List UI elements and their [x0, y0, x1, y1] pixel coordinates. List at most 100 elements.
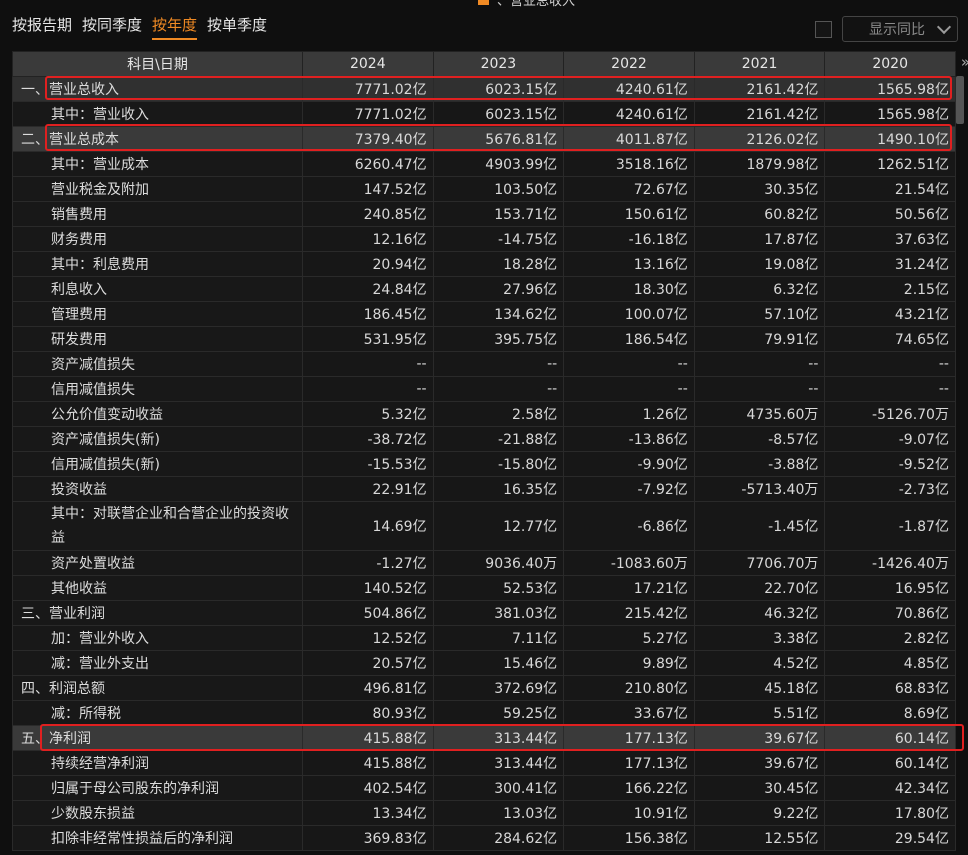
- value-cell: 17.87亿: [693, 226, 826, 252]
- row-label: 五、净利润: [12, 725, 303, 751]
- value-cell: 9036.40万: [432, 550, 565, 576]
- value-cell: 8.69亿: [824, 700, 956, 726]
- value-cell: 10.91亿: [563, 800, 695, 826]
- row-label: 销售费用: [12, 201, 303, 227]
- value-cell: 70.86亿: [824, 600, 956, 626]
- value-cell: 1490.10亿: [824, 126, 956, 152]
- row-label: 二、营业总成本: [12, 126, 303, 152]
- top-title-fragment: 、营业总收入: [497, 0, 576, 9]
- row-label: 减：营业外支出: [12, 650, 303, 676]
- tab-by-report-period[interactable]: 按报告期: [12, 14, 72, 40]
- header-cell-2020: 2020: [824, 51, 956, 77]
- header-cell-2021: 2021: [693, 51, 826, 77]
- value-cell: 402.54亿: [302, 775, 434, 801]
- table-row: 三、营业利润 504.86亿 381.03亿 215.42亿 46.32亿 70.86亿: [12, 600, 956, 626]
- compare-checkbox[interactable]: [815, 20, 832, 38]
- value-cell: 72.67亿: [563, 176, 695, 202]
- table-row: 少数股东损益 13.34亿 13.03亿 10.91亿 9.22亿 17.80亿: [12, 800, 956, 826]
- value-cell: -1.27亿: [302, 550, 434, 576]
- value-cell: 12.52亿: [302, 625, 434, 651]
- value-cell: 5.32亿: [302, 401, 434, 427]
- table-row: 资产减值损失(新) -38.72亿 -21.88亿 -13.86亿 -8.57亿 -9.0…: [12, 426, 956, 452]
- value-cell: 16.95亿: [824, 575, 956, 601]
- value-cell: 20.57亿: [302, 650, 434, 676]
- value-cell: 12.77亿: [432, 501, 565, 551]
- value-cell: 7706.70万: [693, 550, 826, 576]
- value-cell: 6023.15亿: [432, 76, 565, 102]
- row-label: 营业税金及附加: [12, 176, 303, 202]
- value-cell: 4903.99亿: [432, 151, 565, 177]
- row-label: 持续经营净利润: [12, 750, 303, 776]
- table-row: 加：营业外收入 12.52亿 7.11亿 5.27亿 3.38亿 2.82亿: [12, 625, 956, 651]
- row-label: 资产减值损失: [12, 351, 303, 377]
- double-chevron-right-icon[interactable]: »: [961, 53, 968, 71]
- value-cell: 74.65亿: [824, 326, 956, 352]
- value-cell: 100.07亿: [563, 301, 695, 327]
- row-label: 其他收益: [12, 575, 303, 601]
- value-cell: 1879.98亿: [693, 151, 826, 177]
- value-cell: -5713.40万: [693, 476, 826, 502]
- value-cell: 29.54亿: [824, 825, 956, 851]
- value-cell: 39.67亿: [693, 750, 826, 776]
- value-cell: 13.34亿: [302, 800, 434, 826]
- value-cell: 284.62亿: [432, 825, 565, 851]
- row-label: 财务费用: [12, 226, 303, 252]
- value-cell: 59.25亿: [432, 700, 565, 726]
- compare-select-label: 显示同比: [869, 22, 925, 38]
- value-cell: 153.71亿: [432, 201, 565, 227]
- row-label: 一、营业总收入: [12, 76, 303, 102]
- value-cell: 13.16亿: [563, 251, 695, 277]
- table-row: 归属于母公司股东的净利润 402.54亿 300.41亿 166.22亿 30.45亿 4…: [12, 775, 956, 801]
- table-row: 减：营业外支出 20.57亿 15.46亿 9.89亿 4.52亿 4.85亿: [12, 650, 956, 676]
- table-row: 研发费用 531.95亿 395.75亿 186.54亿 79.91亿 74.65亿: [12, 326, 956, 352]
- table-row: 销售费用 240.85亿 153.71亿 150.61亿 60.82亿 50.56亿: [12, 201, 956, 227]
- row-label: 信用减值损失(新): [12, 451, 303, 477]
- value-cell: 103.50亿: [432, 176, 565, 202]
- row-label: 少数股东损益: [12, 800, 303, 826]
- value-cell: 57.10亿: [693, 301, 826, 327]
- value-cell: 12.55亿: [693, 825, 826, 851]
- tab-by-same-quarter[interactable]: 按同季度: [82, 14, 142, 40]
- value-cell: 504.86亿: [302, 600, 434, 626]
- header-cell-item: 科目\日期: [12, 51, 303, 77]
- vertical-scrollbar[interactable]: [956, 76, 964, 124]
- tab-by-single-quarter[interactable]: 按单季度: [207, 14, 267, 40]
- table-row: 持续经营净利润 415.88亿 313.44亿 177.13亿 39.67亿 60.14亿: [12, 750, 956, 776]
- income-statement-table: 科目\日期 2024 2023 2022 2021 2020 一、营业总收入 77…: [12, 51, 956, 851]
- row-label: 信用减值损失: [12, 376, 303, 402]
- value-cell: 395.75亿: [432, 326, 565, 352]
- value-cell: 147.52亿: [302, 176, 434, 202]
- value-cell: 5.27亿: [563, 625, 695, 651]
- value-cell: -1426.40万: [824, 550, 956, 576]
- value-cell: 177.13亿: [563, 725, 695, 751]
- value-cell: --: [302, 376, 434, 402]
- value-cell: 3518.16亿: [563, 151, 695, 177]
- row-label: 利息收入: [12, 276, 303, 302]
- value-cell: 415.88亿: [302, 750, 434, 776]
- value-cell: 6260.47亿: [302, 151, 434, 177]
- value-cell: 9.89亿: [563, 650, 695, 676]
- table-row: 其中：营业收入 7771.02亿 6023.15亿 4240.61亿 2161.42亿 1…: [12, 101, 956, 127]
- value-cell: -6.86亿: [563, 501, 695, 551]
- value-cell: --: [432, 376, 565, 402]
- value-cell: 210.80亿: [563, 675, 695, 701]
- table-row: 信用减值损失(新) -15.53亿 -15.80亿 -9.90亿 -3.88亿 -9.52…: [12, 451, 956, 477]
- table-row: 四、利润总额 496.81亿 372.69亿 210.80亿 45.18亿 68.83亿: [12, 675, 956, 701]
- value-cell: 2161.42亿: [693, 101, 826, 127]
- row-label: 其中：对联营企业和合营企业的投资收益: [12, 501, 303, 551]
- value-cell: 7.11亿: [432, 625, 565, 651]
- chevron-down-icon: [936, 19, 952, 35]
- value-cell: 79.91亿: [693, 326, 826, 352]
- toolbar: 显示同比: [815, 16, 958, 42]
- table-row: 一、营业总收入 7771.02亿 6023.15亿 4240.61亿 2161.42亿 1…: [12, 76, 956, 102]
- tab-by-year[interactable]: 按年度: [152, 14, 198, 40]
- row-label: 扣除非经常性损益后的净利润: [12, 825, 303, 851]
- row-label: 减：所得税: [12, 700, 303, 726]
- value-cell: 30.45亿: [693, 775, 826, 801]
- value-cell: 7771.02亿: [302, 76, 434, 102]
- compare-select[interactable]: 显示同比: [842, 16, 958, 42]
- value-cell: 31.24亿: [824, 251, 956, 277]
- header-cell-2022: 2022: [563, 51, 695, 77]
- value-cell: 22.91亿: [302, 476, 434, 502]
- value-cell: -8.57亿: [693, 426, 826, 452]
